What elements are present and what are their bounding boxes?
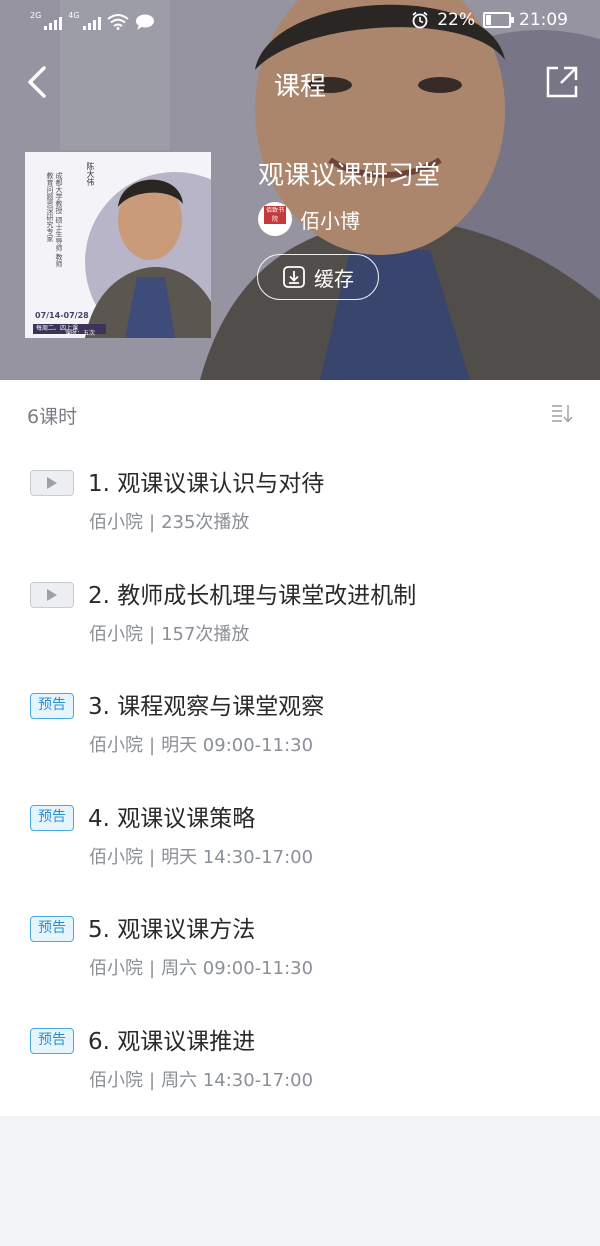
alarm-icon xyxy=(412,11,428,29)
network-type-label-2: 4G xyxy=(68,11,80,20)
download-icon xyxy=(283,266,305,288)
signal-icon-2 xyxy=(82,14,101,30)
status-indicators: 22% 21:09 xyxy=(411,10,568,30)
lesson-info: 周六 09:00-11:30 xyxy=(161,958,314,979)
play-badge xyxy=(30,470,74,496)
author-logo-seal: 佰致书院 xyxy=(264,206,286,224)
meta-separator: | xyxy=(149,847,156,868)
course-title: 观课议课研习堂 xyxy=(258,161,441,191)
lesson-item[interactable]: 预告 4. 观课议课策略 佰小院 | 明天 14:30-17:00 xyxy=(0,795,600,885)
battery-percent: 22% xyxy=(437,10,475,30)
author-avatar: 佰致书院 xyxy=(258,202,292,236)
course-cover-image: 陈大伟 成都大学教授 硕士生导师 教师教育问题资深研究专家 07/14-07/2… xyxy=(25,152,211,338)
clock-time: 21:09 xyxy=(519,10,568,30)
lesson-info: 235次播放 xyxy=(161,512,250,533)
network-type-label: 2G xyxy=(30,11,42,20)
lesson-author: 佰小院 xyxy=(89,735,143,756)
sort-button[interactable] xyxy=(550,402,574,424)
page-title: 课程 xyxy=(273,72,326,102)
cache-button[interactable]: 缓存 xyxy=(257,254,379,300)
lesson-count: 6课时 xyxy=(27,406,78,428)
lesson-author: 佰小院 xyxy=(89,512,143,533)
lesson-item[interactable]: 2. 教师成长机理与课堂改进机制 佰小院 | 157次播放 xyxy=(0,572,600,662)
wifi-icon xyxy=(106,14,129,30)
author-name: 佰小博 xyxy=(300,208,360,233)
lesson-author: 佰小院 xyxy=(89,1070,143,1091)
cover-dates: 07/14-07/28 xyxy=(35,311,89,320)
lesson-item[interactable]: 1. 观课议课认识与对待 佰小院 | 235次播放 xyxy=(0,460,600,550)
lesson-info: 周六 14:30-17:00 xyxy=(161,1070,314,1091)
lesson-meta: 佰小院 | 157次播放 xyxy=(89,620,249,646)
meta-separator: | xyxy=(149,512,156,533)
lesson-meta: 佰小院 | 235次播放 xyxy=(89,508,249,534)
lesson-author: 佰小院 xyxy=(89,847,143,868)
status-bar: 2G 4G 22% 21:09 xyxy=(0,0,600,44)
cover-teacher-desc: 成都大学教授 硕士生导师 教师教育问题资深研究专家 xyxy=(46,172,63,268)
lesson-title: 2. 教师成长机理与课堂改进机制 xyxy=(88,583,417,609)
battery-icon xyxy=(483,12,514,28)
preview-badge: 预告 xyxy=(30,916,74,942)
lesson-meta: 佰小院 | 明天 09:00-11:30 xyxy=(89,731,313,757)
meta-separator: | xyxy=(149,1070,156,1091)
lesson-author: 佰小院 xyxy=(89,958,143,979)
lesson-info: 157次播放 xyxy=(161,624,250,645)
lesson-title: 4. 观课议课策略 xyxy=(88,806,256,832)
lesson-meta: 佰小院 | 周六 09:00-11:30 xyxy=(89,954,313,980)
lesson-title: 1. 观课议课认识与对待 xyxy=(88,471,325,497)
lesson-item[interactable]: 预告 3. 课程观察与课堂观察 佰小院 | 明天 09:00-11:30 xyxy=(0,683,600,773)
lesson-item[interactable]: 预告 6. 观课议课推进 佰小院 | 周六 14:30-17:00 xyxy=(0,1018,600,1108)
preview-badge: 预告 xyxy=(30,805,74,831)
play-badge xyxy=(30,582,74,608)
status-network: 2G 4G xyxy=(30,12,155,30)
course-author[interactable]: 佰致书院 佰小博 xyxy=(258,202,360,236)
lesson-info: 明天 14:30-17:00 xyxy=(161,847,314,868)
course-hero: 2G 4G 22% 21:09 课程 陈大伟 成都大学教授 硕士生导师 教师教育… xyxy=(0,0,600,380)
preview-badge: 预告 xyxy=(30,1028,74,1054)
cover-hours: 课时：五次 xyxy=(65,330,96,337)
meta-separator: | xyxy=(149,958,156,979)
cover-teacher-name: 陈大伟 xyxy=(86,162,95,186)
lesson-meta: 佰小院 | 周六 14:30-17:00 xyxy=(89,1066,313,1092)
lesson-info: 明天 09:00-11:30 xyxy=(161,735,314,756)
play-icon xyxy=(47,477,57,489)
cache-label: 缓存 xyxy=(314,266,354,291)
share-button[interactable] xyxy=(542,62,582,102)
lesson-title: 3. 课程观察与课堂观察 xyxy=(88,694,325,720)
lesson-meta: 佰小院 | 明天 14:30-17:00 xyxy=(89,843,313,869)
lesson-author: 佰小院 xyxy=(89,624,143,645)
lesson-list-panel: 6课时 1. 观课议课认识与对待 佰小院 | 235次播放 2. 教师成长机理与课堂… xyxy=(0,380,600,1116)
lesson-title: 6. 观课议课推进 xyxy=(88,1029,256,1055)
meta-separator: | xyxy=(149,735,156,756)
lesson-item[interactable]: 预告 5. 观课议课方法 佰小院 | 周六 09:00-11:30 xyxy=(0,906,600,996)
play-icon xyxy=(47,589,57,601)
preview-badge: 预告 xyxy=(30,693,74,719)
meta-separator: | xyxy=(149,624,156,645)
message-icon xyxy=(135,14,154,30)
lesson-title: 5. 观课议课方法 xyxy=(88,917,256,943)
signal-icon xyxy=(44,14,63,30)
